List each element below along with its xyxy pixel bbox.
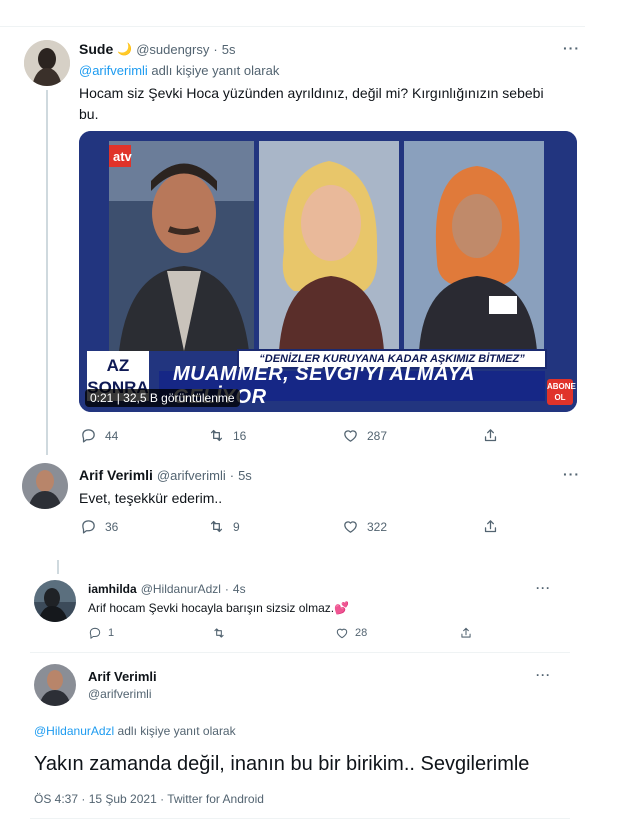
separator: · [229,467,235,483]
reply-count: 36 [105,519,119,534]
reply-icon [82,520,95,534]
retweet-button[interactable] [212,626,232,640]
author-handle[interactable]: @sudengrsy [136,42,209,57]
like-button[interactable]: 322 [342,518,387,535]
tweet-text: Hocam siz Şevki Hoca yüzünden ayrıldınız… [79,83,544,125]
like-count: 322 [367,519,388,534]
avatar-arif[interactable] [34,664,76,706]
author-handle[interactable]: @arifverimli [88,687,152,701]
share-icon [484,520,497,533]
like-button[interactable]: 287 [342,427,387,444]
separator: · [213,41,218,57]
more-icon[interactable]: ··· [536,668,551,682]
like-button[interactable]: 28 [335,626,367,640]
heart-emoji: 💕 [334,601,350,615]
author-name[interactable]: Sude [79,41,113,57]
video-meta: 0:21 | 32,5 B görüntülenme [85,389,240,407]
reply-icon [82,429,95,443]
tweet-text: Yakın zamanda değil, inanın bu bir birik… [34,753,530,775]
divider [30,818,570,819]
reply-button[interactable]: 44 [80,427,118,444]
share-icon [461,627,471,638]
share-button[interactable] [459,626,473,640]
like-count: 287 [367,428,388,443]
share-icon [484,429,497,442]
reply-count: 44 [105,428,119,443]
more-icon[interactable]: ··· [536,581,551,595]
reply-to-handle[interactable]: @arifverimli [79,63,148,78]
share-button[interactable] [482,518,499,535]
tweet-header: Sude 🌙 @sudengrsy · 5s [79,41,235,57]
timestamp[interactable]: 5s [238,468,252,483]
tweet-header: iamhilda @HildanurAdzl · 4s [88,582,246,596]
like-icon [344,521,357,533]
tweet-text: Arif hocam Şevki hocayla barışın sizsiz … [88,601,349,615]
az-line: AZ [106,356,130,375]
reply-context: @arifverimli adlı kişiye yanıt olarak [79,63,279,78]
retweet-icon [210,520,223,533]
top-divider [0,26,585,27]
avatar-sude[interactable] [24,40,70,86]
abone-ol-badge: ABONE OL [547,379,576,405]
tweet-text: Evet, teşekkür ederim.. [79,490,223,506]
separator: · [224,582,229,596]
author-name[interactable]: Arif Verimli [88,669,157,684]
reply-to-suffix: adlı kişiye yanıt olarak [114,724,236,738]
retweet-count: 9 [233,519,240,534]
retweet-button[interactable]: 16 [208,427,246,444]
reply-button[interactable]: 36 [80,518,118,535]
avatar-arif[interactable] [22,463,68,509]
reply-button[interactable]: 1 [88,626,114,640]
tweet-text-line: Hocam siz Şevki Hoca yüzünden ayrıldınız… [79,85,544,101]
tweet-text-line: bu. [79,106,99,122]
thread-line [46,90,48,455]
like-icon [336,628,348,639]
author-handle[interactable]: @HildanurAdzl [141,582,221,596]
author-name[interactable]: Arif Verimli [79,467,153,483]
channel-logo: atv [113,149,133,164]
retweet-icon [214,628,224,638]
reply-to-handle[interactable]: @HildanurAdzl [34,724,114,738]
tweet-header: Arif Verimli @arifverimli · 5s [79,467,252,483]
like-count: 28 [355,627,368,639]
abone-line: ABONE [547,382,576,391]
reply-to-suffix: adlı kişiye yanıt olarak [147,63,280,78]
reply-icon [89,627,101,639]
reply-context: @HildanurAdzl adlı kişiye yanıt olarak [34,724,236,738]
share-button[interactable] [482,427,499,444]
tweet-meta: ÖS 4:37 · 15 Şub 2021 · Twitter for Andr… [34,792,264,806]
more-icon[interactable]: ··· [563,466,580,482]
reply-count: 1 [108,627,115,639]
retweet-icon [210,429,223,442]
like-icon [344,430,357,442]
more-icon[interactable]: ··· [563,40,580,56]
ol-line: OL [554,393,566,402]
retweet-button[interactable]: 9 [208,518,240,535]
thread-stub [57,560,59,574]
tweet-text-body: Arif hocam Şevki hocayla barışın sizsiz … [88,601,335,615]
divider [30,652,570,653]
timestamp[interactable]: 4s [233,582,246,596]
avatar-hilda[interactable] [34,580,76,622]
author-handle[interactable]: @arifverimli [157,468,226,483]
author-name[interactable]: iamhilda [88,582,137,596]
name-emoji: 🌙 [117,42,133,56]
video-media[interactable]: atv AZ SONRA “DENİZLER KURUYANA KADAR AŞ… [79,131,577,412]
retweet-count: 16 [233,428,247,443]
timestamp[interactable]: 5s [222,42,236,57]
